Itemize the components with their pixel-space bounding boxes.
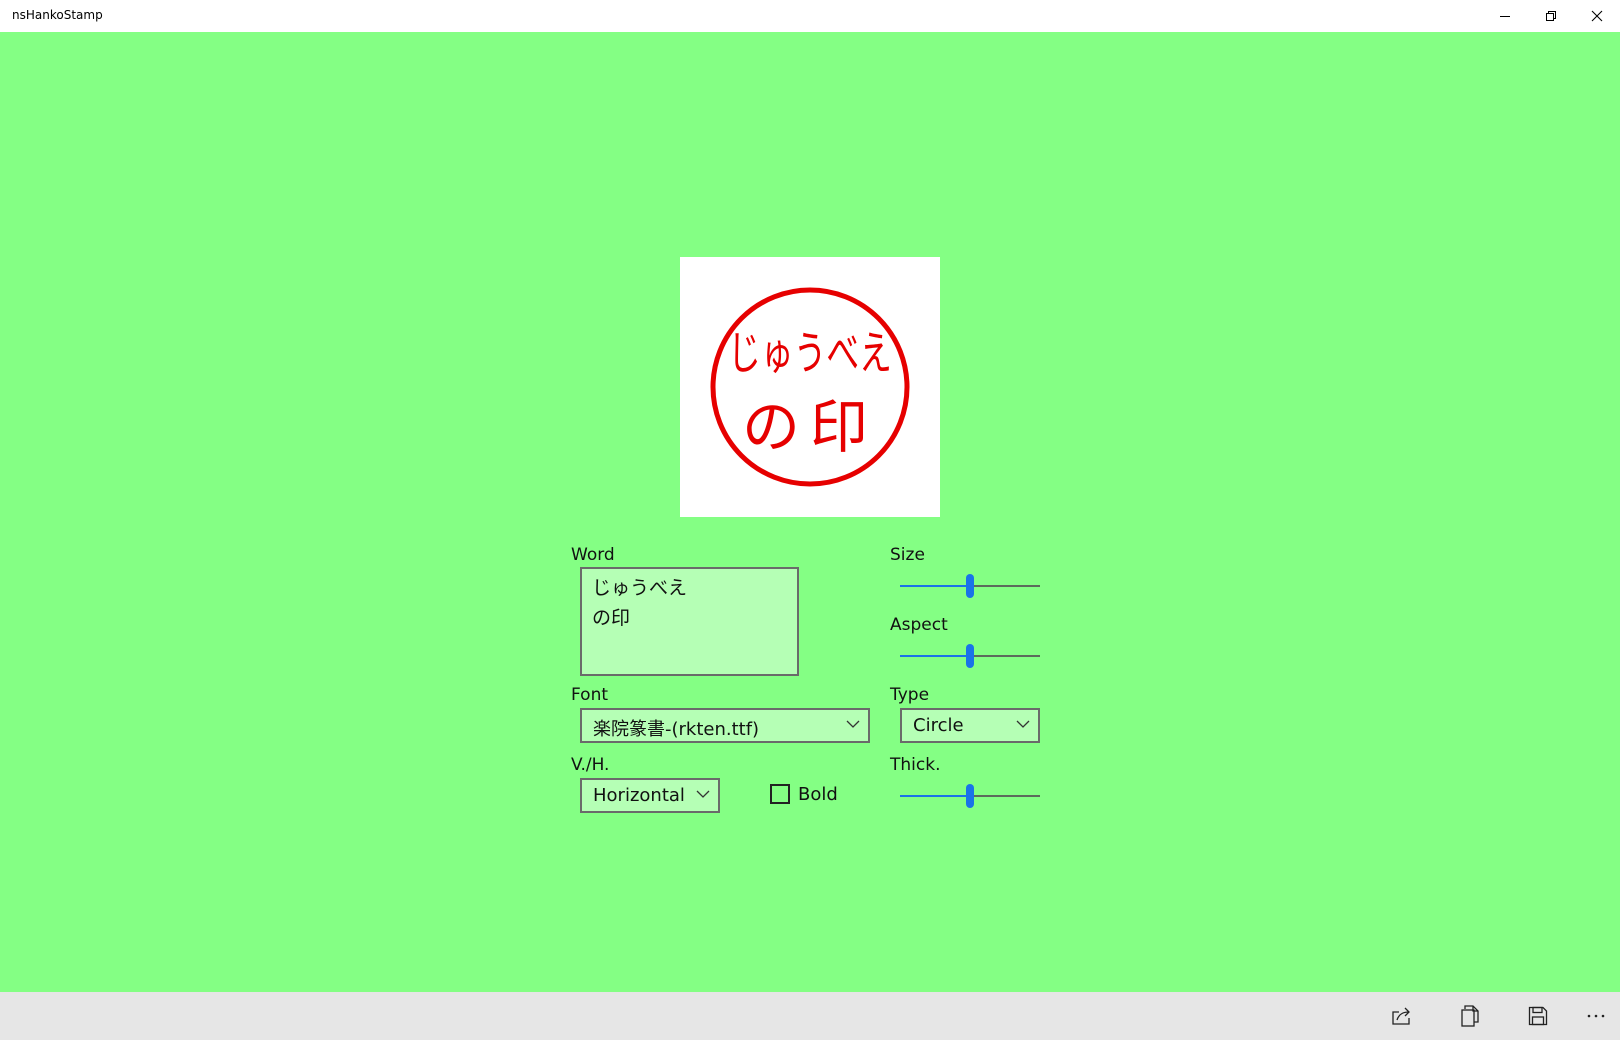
type-select-value: Circle: [913, 715, 964, 736]
more-icon: [1587, 1014, 1605, 1018]
save-button[interactable]: [1514, 992, 1562, 1040]
minimize-icon: [1500, 16, 1510, 17]
stamp-line-2: の印: [742, 393, 878, 461]
orientation-select[interactable]: Horizontal: [580, 778, 720, 813]
slider-empty-track: [974, 655, 1040, 657]
size-slider[interactable]: [900, 574, 1040, 598]
slider-thumb[interactable]: [966, 784, 974, 808]
aspect-slider[interactable]: [900, 644, 1040, 668]
size-label: Size: [890, 545, 925, 565]
close-icon: [1591, 10, 1603, 22]
font-select-value: 楽院篆書-(rkten.ttf): [593, 719, 760, 740]
slider-filled-track: [900, 655, 966, 657]
share-button[interactable]: [1378, 992, 1426, 1040]
command-bar: [0, 992, 1620, 1040]
type-select[interactable]: Circle: [900, 708, 1040, 743]
window-title: nsHankoStamp: [12, 8, 103, 22]
hanko-stamp-image: じゅうべえ の印: [710, 287, 910, 487]
close-button[interactable]: [1574, 0, 1620, 32]
bold-checkbox[interactable]: [770, 784, 790, 804]
save-icon: [1528, 1006, 1548, 1026]
slider-filled-track: [900, 795, 966, 797]
thick-label: Thick.: [890, 755, 941, 775]
slider-empty-track: [974, 585, 1040, 587]
word-line-1: じゅうべえ: [592, 577, 688, 599]
chevron-down-icon: [846, 720, 860, 728]
orientation-select-value: Horizontal: [593, 785, 685, 806]
share-icon: [1392, 1007, 1410, 1025]
chevron-down-icon: [696, 790, 710, 798]
bold-label: Bold: [798, 784, 838, 805]
copy-icon: [1461, 1005, 1479, 1027]
stamp-line-1: じゅうべえ: [728, 328, 892, 381]
type-label: Type: [890, 685, 930, 705]
chevron-down-icon: [1016, 720, 1030, 728]
slider-thumb[interactable]: [966, 574, 974, 598]
more-button[interactable]: [1572, 992, 1620, 1040]
word-line-2: の印: [592, 607, 631, 629]
slider-filled-track: [900, 585, 966, 587]
aspect-label: Aspect: [890, 615, 948, 635]
title-bar: nsHankoStamp: [0, 0, 1620, 32]
font-select[interactable]: 楽院篆書-(rkten.ttf): [580, 708, 870, 743]
slider-empty-track: [974, 795, 1040, 797]
main-area: じゅうべえ の印 Word じゅうべえ の印 Font 楽院篆書-(rkten.…: [0, 32, 1620, 992]
slider-thumb[interactable]: [966, 644, 974, 668]
word-label: Word: [571, 545, 615, 565]
minimize-button[interactable]: [1482, 0, 1528, 32]
font-label: Font: [571, 685, 609, 705]
stamp-preview: じゅうべえ の印: [680, 257, 940, 517]
orientation-label: V./H.: [571, 755, 610, 775]
restore-button[interactable]: [1528, 0, 1574, 32]
thick-slider[interactable]: [900, 784, 1040, 808]
word-textarea[interactable]: じゅうべえ の印: [580, 567, 799, 676]
copy-button[interactable]: [1446, 992, 1494, 1040]
restore-icon: [1546, 11, 1556, 21]
